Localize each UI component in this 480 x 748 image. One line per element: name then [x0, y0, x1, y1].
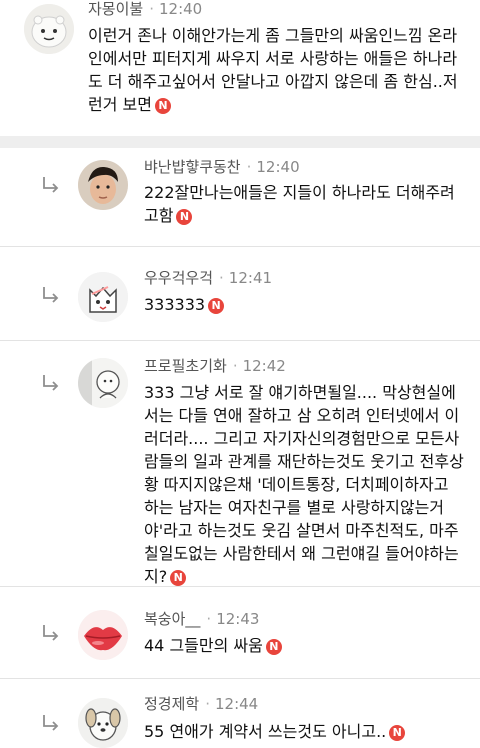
comment-text-block: 333333 N	[144, 293, 466, 316]
comment-time: 12:42	[242, 357, 286, 375]
lips-avatar-icon[interactable]	[78, 610, 128, 660]
comment-time: 12:40	[158, 0, 203, 18]
comment-nickname[interactable]: 우우걱우걱	[144, 269, 213, 287]
comment-text-block: 44 그들만의 싸움 N	[144, 634, 466, 657]
comment-meta: 프로필초기화 · 12:42	[144, 354, 286, 378]
reply-arrow-icon	[40, 622, 62, 644]
meta-separator-icon: ·	[205, 695, 210, 713]
meta-separator-icon: ·	[219, 269, 224, 287]
comment-text: 333333	[144, 295, 206, 314]
comment-divider	[0, 340, 480, 341]
new-badge-icon: N	[176, 209, 193, 225]
new-badge-icon: N	[154, 98, 171, 114]
reply-arrow-icon	[40, 284, 62, 306]
comment-text: 이런거 존나 이해안가는게 좀 그들만의 싸움인느낌 온라인에서만 피터지게 싸…	[88, 26, 458, 114]
comment-meta: 뱌난뱝햫쿠동찬 · 12:40	[144, 155, 300, 179]
comment-divider	[0, 136, 480, 148]
character-avatar-icon[interactable]	[24, 4, 74, 54]
new-badge-icon: N	[208, 298, 225, 314]
comment-reply-item: 뱌난뱝햫쿠동찬 · 12:40 222잘만나는애들은 지들이 하나라도 더해주려고함…	[0, 148, 480, 246]
cat-sketch-avatar-icon[interactable]	[78, 272, 128, 322]
comment-text-block: 이런거 존나 이해안가는게 좀 그들만의 싸움인느낌 온라인에서만 피터지게 싸…	[88, 24, 466, 116]
comment-reply-item: 프로필초기화 · 12:42 333 그냥 서로 잘 얘기하면될일.... 막상현실…	[0, 346, 480, 586]
comment-time: 12:44	[214, 695, 259, 713]
meta-separator-icon: ·	[246, 158, 252, 176]
comment-time: 12:41	[228, 269, 273, 287]
comment-reply-item: 우우걱우걱 · 12:41 333333 N	[0, 256, 480, 340]
comment-divider	[0, 246, 480, 247]
comment-meta: 우우걱우걱 · 12:41	[144, 266, 272, 290]
comment-reply-item: 복숭아__ · 12:43 44 그들만의 싸움 N	[0, 596, 480, 676]
comment-text: 44 그들만의 싸움	[144, 636, 263, 655]
meta-separator-icon: ·	[149, 0, 154, 18]
comment-text-block: 333 그냥 서로 잘 얘기하면될일.... 막상현실에서는 다들 연애 잘하고…	[144, 381, 464, 588]
comment-time: 12:40	[256, 158, 300, 176]
comment-nickname[interactable]: 정경제학	[144, 695, 199, 713]
comment-meta: 자몽이불 · 12:40	[88, 0, 202, 21]
reply-arrow-icon	[40, 372, 62, 394]
comment-text-block: 55 연애가 계약서 쓰는것도 아니고.. N	[144, 720, 466, 743]
new-badge-icon: N	[389, 725, 406, 741]
dog-character-avatar-icon[interactable]	[78, 698, 128, 748]
comment-nickname[interactable]: 복숭아__	[144, 610, 200, 628]
comment-text: 55 연애가 계약서 쓰는것도 아니고..	[144, 722, 387, 741]
comment-text-block: 222잘만나는애들은 지들이 하나라도 더해주려고함 N	[144, 181, 466, 227]
comment-divider	[0, 678, 480, 679]
reply-arrow-icon	[40, 174, 62, 196]
comment-text: 333 그냥 서로 잘 얘기하면될일.... 막상현실에서는 다들 연애 잘하고…	[144, 383, 464, 586]
comment-meta: 정경제학 · 12:44	[144, 692, 258, 716]
comment-nickname[interactable]: 프로필초기화	[144, 357, 227, 375]
comment-nickname[interactable]: 뱌난뱝햫쿠동찬	[144, 158, 241, 176]
comment-nickname[interactable]: 자몽이불	[88, 0, 143, 18]
new-badge-icon: N	[170, 570, 187, 586]
comment-time: 12:43	[216, 610, 260, 628]
reply-arrow-icon	[40, 712, 62, 734]
comment-reply-item: 정경제학 · 12:44 55 연애가 계약서 쓰는것도 아니고.. N	[0, 684, 480, 748]
drawing-avatar-icon[interactable]	[78, 358, 128, 408]
comment-divider	[0, 586, 480, 587]
comment-meta: 복숭아__ · 12:43	[144, 607, 259, 631]
comment-item: 자몽이불 · 12:40 이런거 존나 이해안가는게 좀 그들만의 싸움인느낌 온라…	[0, 0, 480, 150]
meta-separator-icon: ·	[232, 357, 238, 375]
new-badge-icon: N	[265, 639, 282, 655]
meta-separator-icon: ·	[206, 610, 212, 628]
person-photo-avatar-icon[interactable]	[78, 160, 128, 210]
